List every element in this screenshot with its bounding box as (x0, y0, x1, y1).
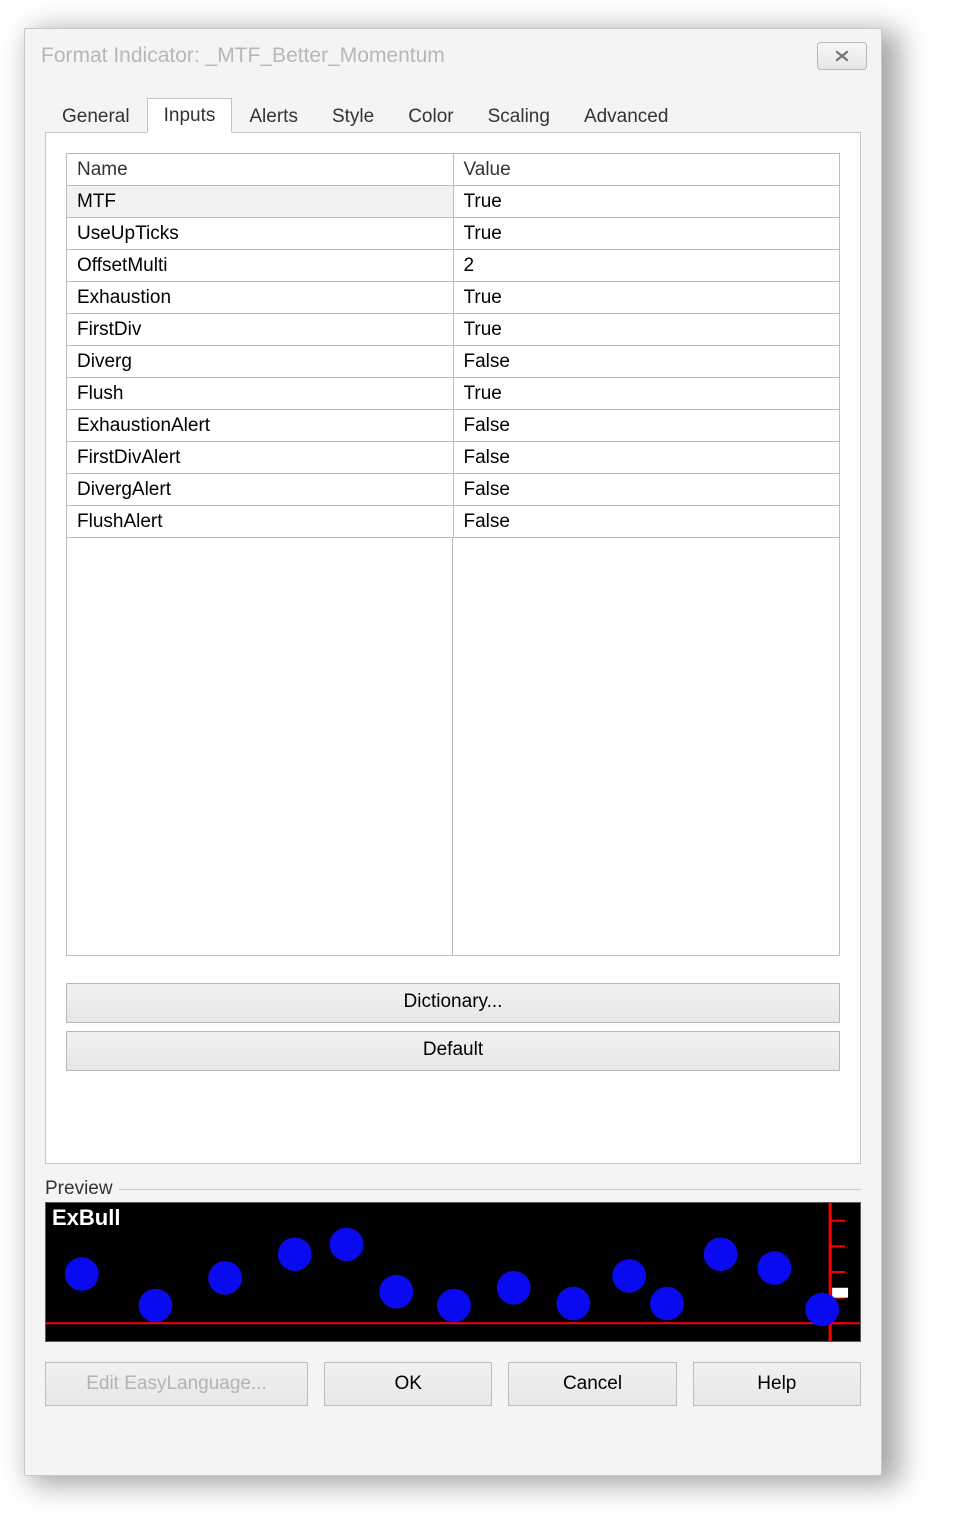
cancel-button[interactable]: Cancel (508, 1362, 676, 1406)
cell-value[interactable]: True (453, 282, 840, 314)
table-row[interactable]: UseUpTicksTrue (67, 218, 840, 250)
default-button[interactable]: Default (66, 1031, 840, 1071)
cell-name: Diverg (67, 346, 454, 378)
preview-group: Preview ExBull (45, 1178, 861, 1342)
table-row[interactable]: ExhaustionTrue (67, 282, 840, 314)
cell-name: Flush (67, 378, 454, 410)
tab-style[interactable]: Style (315, 99, 391, 133)
edit-easylanguage-button: Edit EasyLanguage... (45, 1362, 308, 1406)
preview-legend: Preview (45, 1178, 113, 1200)
inputs-table-wrap: Name Value MTFTrue UseUpTicksTrue Offset… (66, 153, 840, 963)
cell-name: DivergAlert (67, 474, 454, 506)
col-header-value[interactable]: Value (453, 154, 840, 186)
cell-value[interactable]: False (453, 410, 840, 442)
preview-chart-icon (46, 1203, 860, 1341)
cell-name: FirstDivAlert (67, 442, 454, 474)
inputs-panel: Name Value MTFTrue UseUpTicksTrue Offset… (45, 132, 861, 1164)
inputs-button-stack: Dictionary... Default (66, 983, 840, 1071)
dictionary-button[interactable]: Dictionary... (66, 983, 840, 1023)
tab-strip: General Inputs Alerts Style Color Scalin… (45, 97, 881, 132)
close-button[interactable] (817, 42, 867, 70)
tab-color[interactable]: Color (391, 99, 470, 133)
table-row[interactable]: FirstDivAlertFalse (67, 442, 840, 474)
cell-value[interactable]: False (453, 474, 840, 506)
preview-legend-row: Preview (45, 1178, 861, 1200)
cell-name: MTF (67, 186, 454, 218)
inputs-table[interactable]: Name Value MTFTrue UseUpTicksTrue Offset… (66, 153, 840, 538)
cell-name: FlushAlert (67, 506, 454, 538)
table-row[interactable]: DivergAlertFalse (67, 474, 840, 506)
cell-name: UseUpTicks (67, 218, 454, 250)
tab-advanced[interactable]: Advanced (567, 99, 686, 133)
cell-name: FirstDiv (67, 314, 454, 346)
table-empty-area (66, 538, 840, 956)
table-row[interactable]: FlushAlertFalse (67, 506, 840, 538)
dialog-footer: Edit EasyLanguage... OK Cancel Help (45, 1362, 861, 1406)
cell-name: Exhaustion (67, 282, 454, 314)
preview-canvas: ExBull (45, 1202, 861, 1342)
cell-value[interactable]: True (453, 218, 840, 250)
window-title: Format Indicator: _MTF_Better_Momentum (41, 44, 445, 68)
cell-value[interactable]: False (453, 346, 840, 378)
tab-alerts[interactable]: Alerts (232, 99, 315, 133)
col-header-name[interactable]: Name (67, 154, 454, 186)
cell-value[interactable]: True (453, 186, 840, 218)
table-row[interactable]: FirstDivTrue (67, 314, 840, 346)
close-icon (834, 50, 850, 62)
title-bar: Format Indicator: _MTF_Better_Momentum (25, 29, 881, 77)
tab-scaling[interactable]: Scaling (471, 99, 567, 133)
cell-value[interactable]: False (453, 506, 840, 538)
tab-general[interactable]: General (45, 99, 147, 133)
help-button[interactable]: Help (693, 1362, 861, 1406)
dialog-window: Format Indicator: _MTF_Better_Momentum G… (24, 28, 882, 1476)
preview-legend-line (119, 1189, 861, 1190)
cell-name: OffsetMulti (67, 250, 454, 282)
cell-name: ExhaustionAlert (67, 410, 454, 442)
table-row[interactable]: OffsetMulti2 (67, 250, 840, 282)
table-row[interactable]: MTFTrue (67, 186, 840, 218)
ok-button[interactable]: OK (324, 1362, 492, 1406)
cell-value[interactable]: False (453, 442, 840, 474)
cell-value[interactable]: 2 (453, 250, 840, 282)
cell-value[interactable]: True (453, 378, 840, 410)
cell-value[interactable]: True (453, 314, 840, 346)
table-row[interactable]: FlushTrue (67, 378, 840, 410)
table-row[interactable]: DivergFalse (67, 346, 840, 378)
table-row[interactable]: ExhaustionAlertFalse (67, 410, 840, 442)
tab-inputs[interactable]: Inputs (147, 98, 233, 133)
